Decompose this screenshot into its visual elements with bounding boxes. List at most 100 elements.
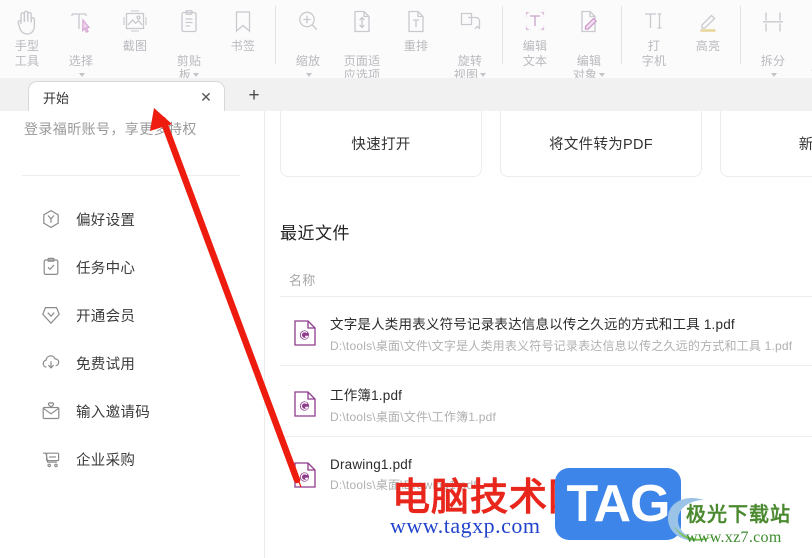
recent-file-path: D:\tools\桌面\文件\工作簿1.pdf <box>330 409 496 424</box>
toolbar-reflow[interactable]: 重排 <box>389 0 443 54</box>
chevron-down-icon <box>771 73 777 77</box>
plus-icon[interactable]: + <box>243 84 265 106</box>
bookmark-icon <box>226 5 260 39</box>
watermark-tag-logo-text: TAG <box>566 475 671 533</box>
highlight-icon <box>691 5 725 39</box>
edit-text-icon <box>518 5 552 39</box>
snapshot-icon <box>118 5 152 39</box>
convert-pdf-icon <box>566 111 636 127</box>
toolbar-typewriter[interactable]: 打字机 <box>627 0 681 68</box>
sidebar-item-invite-code[interactable]: 输入邀请码 <box>0 387 264 435</box>
sidebar-item-membership-label: 开通会员 <box>76 308 136 325</box>
toolbar-hand-tool[interactable]: 手型 工具 <box>0 0 54 68</box>
recent-files-title: 最近文件 <box>280 224 350 243</box>
pdf-file-icon <box>294 391 316 417</box>
tab-start[interactable]: 开始 ✕ <box>28 81 225 112</box>
toolbar-clipboard[interactable]: 剪贴板 <box>162 0 216 83</box>
toolbar-zoom[interactable]: 缩放 <box>281 0 335 83</box>
toolbar-reflow-label: 重排 <box>403 39 429 53</box>
toolbar-divider <box>275 6 276 64</box>
list-divider <box>280 296 812 297</box>
sidebar-item-enterprise[interactable]: 企业采购 <box>0 435 264 483</box>
reflow-icon <box>399 5 433 39</box>
card-quick-open-label: 快速打开 <box>351 137 411 153</box>
left-sidebar: 登录福昕账号，享更多特权 偏好设置 任务中心 开通会员 免费试用 输入邀请码 企… <box>0 111 265 558</box>
toolbar-hand-tool-label: 手型 工具 <box>14 39 40 68</box>
zoom-icon <box>291 5 325 39</box>
toolbar-divider <box>621 6 622 64</box>
toolbar-group-page: 拆分 旋转页面 <box>746 0 812 82</box>
clipboard-icon <box>172 5 206 39</box>
card-new-blank-label: 新建空 <box>799 133 812 154</box>
toolbar-divider <box>502 6 503 64</box>
page-fit-icon <box>345 5 379 39</box>
quick-open-icon <box>351 111 411 127</box>
toolbar-clipboard-label: 剪贴板 <box>176 53 202 83</box>
sidebar-item-enterprise-label: 企业采购 <box>76 452 136 469</box>
toolbar-group-basic: 手型 工具 选择 截图 剪贴 板 书签 <box>0 0 270 82</box>
toolbar-snapshot[interactable]: 截图 <box>108 0 162 54</box>
card-convert-pdf-label: 将文件转为PDF <box>549 137 653 153</box>
invite-code-icon <box>40 400 62 422</box>
sidebar-item-task-center-label: 任务中心 <box>76 260 136 277</box>
toolbar-rotate-view[interactable]: 旋转 视图 <box>443 0 497 83</box>
toolbar-highlight-label: 高亮 <box>695 39 721 53</box>
main-toolbar: 手型 工具 选择 截图 剪贴 板 书签 缩放 页面适 应选项 重排 旋转 视图 … <box>0 0 812 92</box>
login-prompt-row[interactable]: 登录福昕账号，享更多特权 <box>0 111 264 147</box>
chevron-down-icon <box>480 73 487 77</box>
toolbar-rotate-view-label: 旋转 视图 <box>454 39 487 83</box>
sidebar-item-preferences[interactable]: 偏好设置 <box>0 195 264 243</box>
sidebar-item-free-trial[interactable]: 免费试用 <box>0 339 264 387</box>
toolbar-edit-object-label: 编辑 对象 <box>573 39 606 83</box>
new-blank-icon <box>791 111 812 127</box>
sidebar-divider <box>22 175 240 176</box>
recent-file-meta: 工作簿1.pdf D:\tools\桌面\文件\工作簿1.pdf <box>330 384 496 425</box>
tab-strip: 开始 ✕ + <box>0 78 812 112</box>
sidebar-item-membership[interactable]: 开通会员 <box>0 291 264 339</box>
toolbar-edit-object[interactable]: 编辑 对象 <box>562 0 616 83</box>
recent-files-column-name: 名称 <box>289 273 316 288</box>
toolbar-group-comment: 打字机 高亮 <box>627 0 735 76</box>
toolbar-rotate-page[interactable]: 旋转页面 <box>800 0 812 83</box>
sidebar-item-free-trial-label: 免费试用 <box>76 356 136 373</box>
recent-file-row-1[interactable]: 文字是人类用表义符号记录表达信息以传之久远的方式和工具 1.pdf D:\too… <box>280 303 812 363</box>
recent-file-row-2[interactable]: 工作簿1.pdf D:\tools\桌面\文件\工作簿1.pdf <box>280 374 812 434</box>
free-trial-icon <box>40 352 62 374</box>
chevron-down-icon <box>193 73 200 77</box>
recent-file-name: 工作簿1.pdf <box>330 387 403 403</box>
watermark-jg-url: www.xz7.com <box>686 529 782 546</box>
toolbar-bookmark[interactable]: 书签 <box>216 0 270 54</box>
chevron-down-icon <box>599 73 606 77</box>
card-new-blank[interactable]: 新建空 <box>720 111 812 177</box>
card-convert-pdf[interactable]: 将文件转为PDF <box>500 111 702 177</box>
sidebar-item-preferences-label: 偏好设置 <box>76 212 136 229</box>
split-icon <box>756 5 790 39</box>
toolbar-group-edit: 编辑 文本 编辑 对象 <box>508 0 616 82</box>
list-divider <box>280 436 812 437</box>
toolbar-select-label: 选择 <box>69 39 93 83</box>
card-quick-open[interactable]: 快速打开 <box>280 111 482 177</box>
recent-file-name: 文字是人类用表义符号记录表达信息以传之久远的方式和工具 1.pdf <box>330 316 735 332</box>
toolbar-group-view: 缩放 页面适 应选项 重排 旋转 视图 <box>281 0 497 92</box>
tab-start-label: 开始 <box>43 90 70 106</box>
membership-icon <box>40 304 62 326</box>
list-divider <box>280 365 812 366</box>
toolbar-edit-text[interactable]: 编辑 文本 <box>508 0 562 68</box>
foxit-reader-window: 手型 工具 选择 截图 剪贴 板 书签 缩放 页面适 应选项 重排 旋转 视图 … <box>0 0 812 558</box>
sidebar-item-invite-code-label: 输入邀请码 <box>76 404 150 421</box>
edit-object-icon <box>572 5 606 39</box>
recent-file-path: D:\tools\桌面\文件\文字是人类用表义符号记录表达信息以传之久远的方式和… <box>330 338 793 353</box>
sidebar-item-task-center[interactable]: 任务中心 <box>0 243 264 291</box>
watermark-jg-name: 极光下载站 <box>686 504 791 526</box>
toolbar-select[interactable]: 选择 <box>54 0 108 83</box>
toolbar-highlight[interactable]: 高亮 <box>681 0 735 54</box>
toolbar-split[interactable]: 拆分 <box>746 0 800 83</box>
chevron-down-icon <box>79 73 85 77</box>
close-icon[interactable]: ✕ <box>196 87 216 107</box>
watermark-jg-block: 极光下载站 www.xz7.com <box>686 498 791 547</box>
chevron-down-icon <box>306 73 312 77</box>
task-center-icon <box>40 256 62 278</box>
typewriter-icon <box>637 5 671 39</box>
login-prompt-label: 登录福昕账号，享更多特权 <box>24 121 197 137</box>
hand-tool-icon <box>10 5 44 39</box>
